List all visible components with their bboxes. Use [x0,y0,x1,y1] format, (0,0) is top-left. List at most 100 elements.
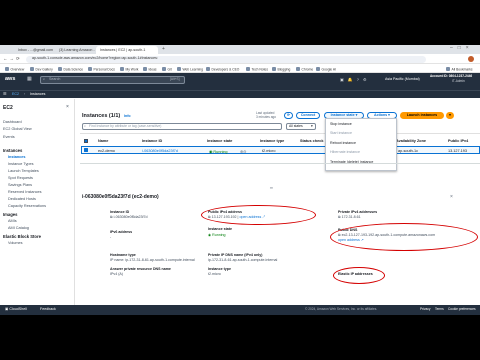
menu-item-hibernate[interactable]: Hibernate instance [330,150,360,154]
sidebar-item-global-view[interactable]: EC2 Global View [3,127,32,131]
launch-instances-button[interactable]: Launch instances [400,112,444,119]
info-link[interactable]: Info [124,114,131,119]
sidebar-item-ami-catalog[interactable]: AMI Catalog [8,226,29,230]
menu-item-reboot[interactable]: Reboot instance [330,141,356,145]
browser-window: Inbox - ...@gmail.com (3) Learning Amazo… [0,45,480,315]
sidebar-item-instance-types[interactable]: Instance Types [8,162,33,166]
sidebar-item-savings-plans[interactable]: Savings Plans [8,183,32,187]
cloudshell-button[interactable]: ▣ CloudShell [5,307,27,312]
bookmark-item[interactable]: Data Science [58,67,83,72]
cell-type: t2.micro [262,148,276,153]
drag-handle-icon[interactable]: ═ [270,186,273,190]
launch-dropdown-icon[interactable]: ▾ [446,112,454,119]
menu-icon[interactable]: ☰ [3,92,7,96]
window-controls-icon[interactable]: –□× [450,46,474,51]
sidebar-item-launch-templates[interactable]: Launch Templates [8,169,39,173]
value-resource-dns: IPv4 (A) [110,272,123,276]
column-header-az[interactable]: Availability Zone [396,139,426,143]
label-instance-id: Instance ID [110,210,130,214]
bookmark-item[interactable]: Chrome [296,67,313,72]
annotation-circle-elastic-ip [333,267,385,284]
cell-az: ap-south-1c [398,148,419,153]
tab-learning[interactable]: (3) Learning Amazon ... [55,46,95,54]
column-header-id[interactable]: Instance ID [142,139,162,143]
refresh-button[interactable]: ⟳ [284,112,293,119]
chevron-down-icon: ▾ [311,123,313,128]
close-sidebar-icon[interactable]: × [66,105,69,110]
search-icon: ⌕ [84,123,86,128]
column-header-state[interactable]: Instance state [207,139,232,143]
terms-link[interactable]: Terms [435,307,444,311]
sidebar-title: EC2 [3,105,13,111]
value-private-dns: ip-172-31-8-61.ap-south-1.compute.intern… [208,258,278,262]
privacy-link[interactable]: Privacy [420,307,430,311]
annotation-circle-public-dns [330,223,478,251]
connect-button[interactable]: Connect [296,112,320,119]
sidebar-item-instances[interactable]: Instances [8,155,26,159]
close-icon[interactable]: × [450,195,453,200]
bookmark-item[interactable]: Tech Notes [246,67,268,72]
new-tab-icon[interactable]: + [162,47,165,52]
search-input[interactable] [40,76,185,84]
sidebar-item-capacity[interactable]: Capacity Reservations [8,204,46,208]
row-checkbox[interactable] [84,148,88,152]
cell-state: ◉ Running [209,149,228,154]
tab-gmail[interactable]: Inbox - ...@gmail.com [14,46,54,54]
sidebar-item-amis[interactable]: AMIs [8,219,17,223]
states-select-value: All states [289,123,303,128]
bookmark-item[interactable]: Personal Docs [88,67,115,72]
label-hostname: Hostname type [110,253,136,257]
sidebar-item-dashboard[interactable]: Dashboard [3,120,22,124]
region-selector[interactable]: Asia Pacific (Mumbai) [385,77,420,82]
feedback-link[interactable]: Feedback [40,307,56,312]
column-header-type[interactable]: Instance type [260,139,284,143]
services-grid-icon[interactable]: ▦ [27,77,32,82]
sidebar-item-events[interactable]: Events [3,135,15,139]
menu-item-stop[interactable]: Stop instance [330,122,352,126]
zoom-icon[interactable]: ⊕⊖ [240,149,246,154]
url-text[interactable]: ap-south-1.console.aws.amazon.com/ec2/ho… [32,56,158,61]
bookmark-item[interactable]: Web Learning [177,67,203,72]
sidebar-item-spot-requests[interactable]: Spot Requests [8,176,33,180]
filter-placeholder: Find Instance by attribute or tag (case-… [89,123,162,128]
select-all-checkbox[interactable] [84,139,88,143]
bookmark-item[interactable]: Blogging [272,67,290,72]
bookmark-item[interactable]: Dev Gallery [30,67,53,72]
user-name[interactable]: IT-Admin [452,79,465,83]
column-header-ipv4[interactable]: Public IPv4 [448,139,468,143]
column-header-status[interactable]: Status check [300,139,323,143]
cell-instance-id[interactable]: i-063080e0f5da23f7d [142,149,178,153]
bookmark-item[interactable]: All Bookmarks [446,67,473,72]
search-placeholder: Search [49,77,61,81]
screen: Inbox - ...@gmail.com (3) Learning Amazo… [0,0,480,360]
sidebar-item-volumes[interactable]: Volumes [8,241,23,245]
sidebar-item-dedicated-hosts[interactable]: Dedicated Hosts [8,197,36,201]
cookie-link[interactable]: Cookie preferences [448,307,476,311]
header-icons[interactable]: ▣🔔?⚙ [340,78,371,82]
nav-arrows-icon[interactable]: ←→⟳ [3,56,22,62]
sidebar-item-reserved[interactable]: Reserved Instances [8,190,42,194]
column-header-name[interactable]: Name [98,139,108,143]
bookmark-item[interactable]: Ideas [143,67,157,72]
profile-avatar[interactable] [468,56,474,62]
bookmark-item[interactable]: Developers & CEO [206,67,239,72]
menu-item-start[interactable]: Start instance [330,131,352,135]
sidebar-header-images[interactable]: Images [3,212,17,217]
last-updated-value: 3 minutes ago [256,115,277,119]
tab-ec2[interactable]: Instances | EC2 | ap-south-1 [96,46,158,54]
sidebar-header-ebs[interactable]: Elastic Block Store [3,234,41,239]
sidebar-header-instances[interactable]: Instances [3,148,22,153]
value-type: t2.micro [208,272,221,276]
table-row[interactable] [81,146,480,154]
aws-logo[interactable]: aws [5,76,15,83]
value-instance-state: ◉ Running [208,233,226,237]
account-id[interactable]: Account ID: 0804-1237-2446 [430,74,472,78]
breadcrumb-separator-icon: › [24,91,26,96]
bookmark-item[interactable]: Google AI [316,67,336,72]
value-instance-id: ⧉ i-063080e0f5da23f7d [110,215,148,219]
bookmark-item[interactable]: Git [162,67,172,72]
bookmark-item[interactable]: My Work [120,67,138,72]
bookmark-item[interactable]: Overview [5,67,24,72]
breadcrumb-ec2[interactable]: EC2 [12,92,19,97]
label-resource-dns: Answer private resource DNS name [110,267,171,271]
